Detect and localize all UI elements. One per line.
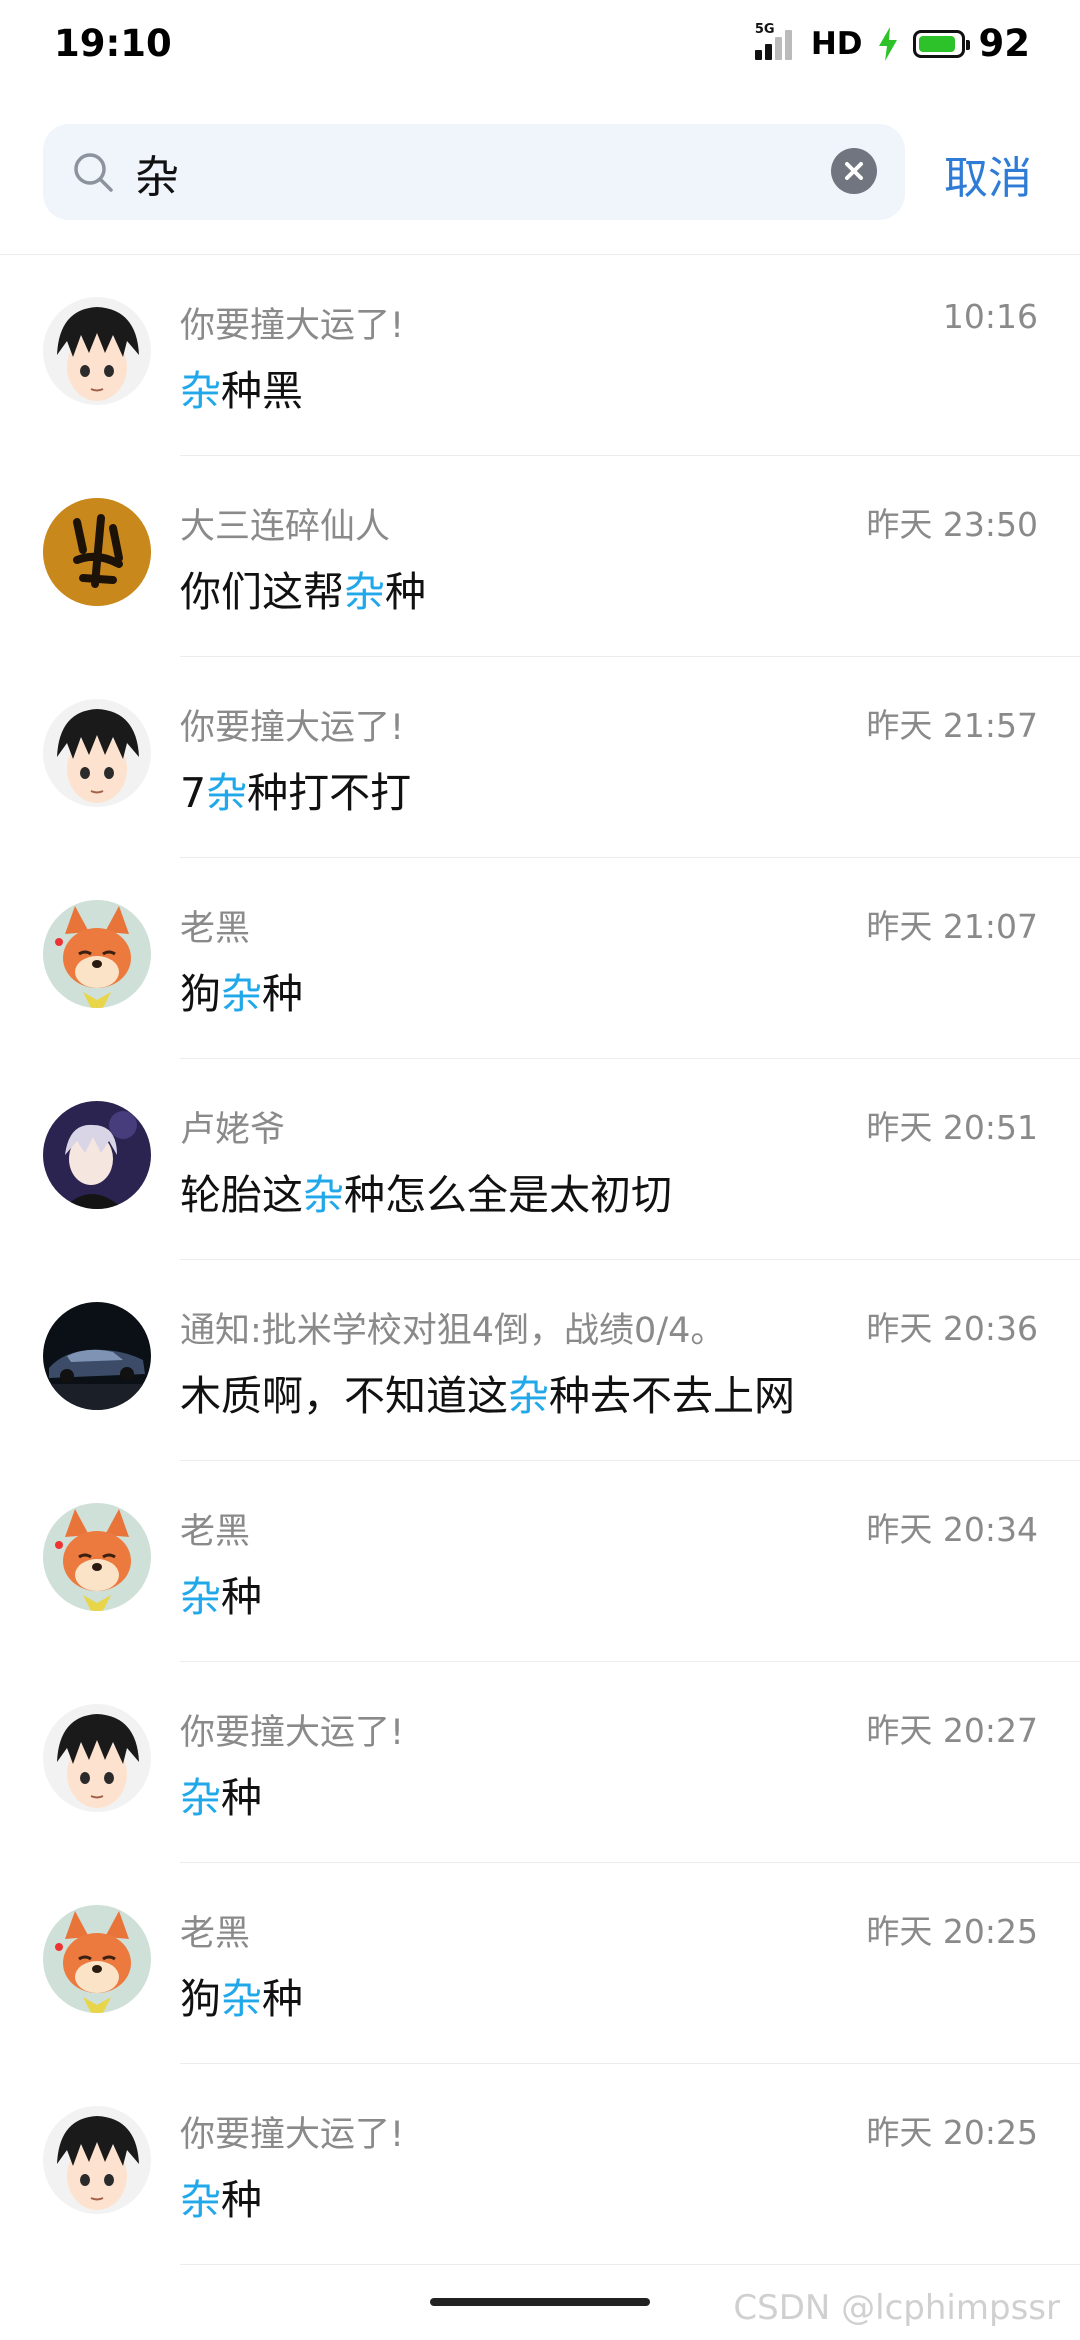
sender-name: 大三连碎仙人 [180,507,391,547]
charging-bolt-icon [878,26,897,61]
avatar[interactable] [43,699,151,807]
message-time: 10:16 [942,297,1038,336]
result-row[interactable]: 通知:批米学校对狙4倒，战绩0/4。 昨天 20:36 木质啊，不知道这杂种去不… [0,1260,1080,1461]
sender-name: 老黑 [180,1512,251,1552]
result-row[interactable]: 老黑 昨天 21:07 狗杂种 [0,858,1080,1059]
message-text-after: 种去不去上网 [549,1372,795,1420]
result-row[interactable]: 你要撞大运了! 昨天 20:27 杂种 [0,1662,1080,1863]
message-text-after: 种 [262,1975,303,2023]
message-text-after: 种 [385,568,426,616]
message-text-after: 种 [221,2176,262,2224]
avatar[interactable] [43,1905,151,2013]
message-keyword-highlight: 杂 [180,367,221,415]
status-icons: 5G HD 92 [754,22,1031,65]
message-text-after: 种黑 [221,367,303,415]
hd-label: HD [810,25,863,62]
sender-name: 你要撞大运了! [180,306,405,346]
status-time: 19:10 [54,22,172,65]
sender-name: 你要撞大运了! [180,2115,405,2155]
message-keyword-highlight: 杂 [221,1975,262,2023]
message-text: 轮胎这杂种怎么全是太初切 [180,1161,672,1221]
avatar[interactable] [43,1503,151,1611]
search-input[interactable] [133,140,837,206]
result-row[interactable]: 你要撞大运了! 昨天 21:57 7杂种打不打 [0,657,1080,858]
clear-icon[interactable] [831,148,877,194]
message-keyword-highlight: 杂 [180,1774,221,1822]
avatar[interactable] [43,1704,151,1812]
cancel-button[interactable]: 取消 [944,142,1032,206]
message-text-before: 轮胎这 [180,1171,303,1219]
message-time: 昨天 20:34 [866,1510,1038,1549]
message-text-after: 种打不打 [247,769,412,817]
avatar[interactable] [43,1101,151,1209]
avatar[interactable] [43,2106,151,2214]
message-text-before: 7 [180,769,207,817]
message-text-after: 种 [262,970,303,1018]
sender-name: 通知:批米学校对狙4倒，战绩0/4。 [180,1311,726,1351]
sender-name: 卢姥爷 [180,1110,286,1150]
message-text: 你们这帮杂种 [180,558,426,618]
message-time: 昨天 20:25 [866,2113,1038,2152]
message-text: 杂种 [180,1563,262,1623]
result-row[interactable]: 老黑 昨天 20:34 杂种 [0,1461,1080,1662]
sender-name: 你要撞大运了! [180,708,405,748]
message-time: 昨天 20:36 [866,1309,1038,1348]
message-keyword-highlight: 杂 [508,1372,549,1420]
message-time: 昨天 21:57 [866,706,1038,745]
watermark: CSDN @lcphimpssr [733,2288,1060,2328]
message-text-after: 种 [221,1573,262,1621]
message-text: 杂种 [180,2166,262,2226]
status-bar: 19:10 5G HD 92 [0,0,1080,96]
row-divider [180,2264,1080,2265]
signal-icon: 5G [754,22,797,62]
message-text: 7杂种打不打 [180,759,411,819]
message-text-after: 种怎么全是太初切 [344,1171,672,1219]
message-text-before: 木质啊，不知道这 [180,1372,508,1420]
sender-name: 老黑 [180,909,251,949]
message-time: 昨天 20:27 [866,1711,1038,1750]
message-text-before: 狗 [180,1975,221,2023]
avatar[interactable] [43,1302,151,1410]
message-text-before: 狗 [180,970,221,1018]
result-row[interactable]: 大三连碎仙人 昨天 23:50 你们这帮杂种 [0,456,1080,657]
message-text: 木质啊，不知道这杂种去不去上网 [180,1362,795,1422]
result-row[interactable]: 卢姥爷 昨天 20:51 轮胎这杂种怎么全是太初切 [0,1059,1080,1260]
search-result-list: 你要撞大运了! 10:16 杂种黑 大三连碎仙人 昨天 23:50 你们这帮杂种… [0,255,1080,2265]
message-keyword-highlight: 杂 [303,1171,344,1219]
message-keyword-highlight: 杂 [221,970,262,1018]
message-keyword-highlight: 杂 [344,568,385,616]
sender-name: 老黑 [180,1914,251,1954]
search-icon [74,153,113,192]
message-time: 昨天 23:50 [866,505,1038,544]
result-row[interactable]: 你要撞大运了! 10:16 杂种黑 [0,255,1080,456]
message-text-after: 种 [221,1774,262,1822]
avatar[interactable] [43,900,151,1008]
message-text: 狗杂种 [180,960,303,1020]
message-text: 杂种黑 [180,357,303,417]
result-row[interactable]: 老黑 昨天 20:25 狗杂种 [0,1863,1080,2064]
message-time: 昨天 20:51 [866,1108,1038,1147]
message-text: 杂种 [180,1764,262,1824]
message-keyword-highlight: 杂 [180,1573,221,1621]
sender-name: 你要撞大运了! [180,1713,405,1753]
avatar[interactable] [43,297,151,405]
message-time: 昨天 20:25 [866,1912,1038,1951]
result-row[interactable]: 你要撞大运了! 昨天 20:25 杂种 [0,2064,1080,2265]
message-text-before: 你们这帮 [180,568,344,616]
search-bar[interactable] [43,124,905,220]
message-time: 昨天 21:07 [866,907,1038,946]
message-keyword-highlight: 杂 [206,769,248,817]
message-text: 狗杂种 [180,1965,303,2025]
message-keyword-highlight: 杂 [180,2176,221,2224]
home-indicator[interactable] [430,2298,650,2306]
battery-percent: 92 [978,22,1031,65]
battery-icon [912,29,970,58]
avatar[interactable] [43,498,151,606]
